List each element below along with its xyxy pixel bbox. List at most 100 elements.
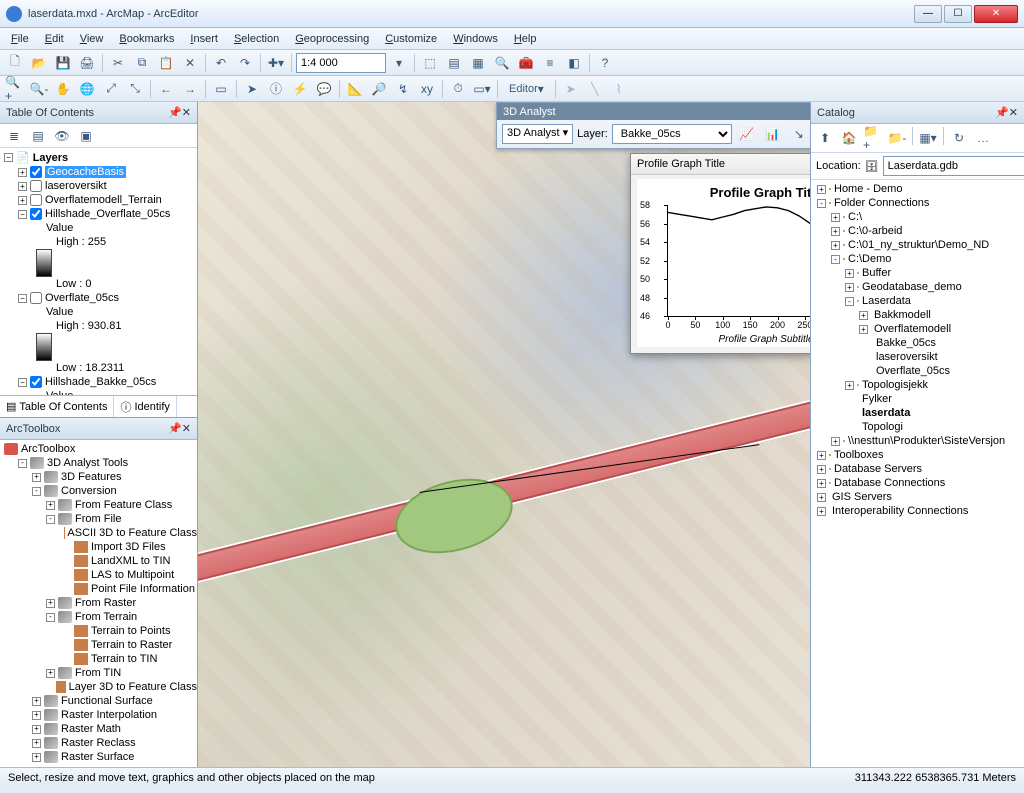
close-panel-icon[interactable]: ✕ <box>1009 106 1018 119</box>
edit-tool-icon[interactable]: ➤ <box>560 78 582 100</box>
cat-overflatemodell[interactable]: + Overflatemodell <box>811 322 1024 336</box>
zoom-in-icon[interactable]: 🔍+ <box>4 78 26 100</box>
editor-menu[interactable]: Editor▾ <box>502 78 551 100</box>
cat-overflate_05cs[interactable]: Overflate_05cs <box>811 364 1024 378</box>
map-scale-input[interactable] <box>296 53 386 73</box>
full-extent-icon[interactable]: 🌐 <box>76 78 98 100</box>
tab-identify[interactable]: ⓘ Identify <box>114 396 176 417</box>
create-viewer-icon[interactable]: ▭▾ <box>471 78 493 100</box>
atb-terrain-to-points[interactable]: Terrain to Points <box>0 624 197 638</box>
new-icon[interactable]: 🗋 <box>4 52 26 74</box>
atb-terrain-to-tin[interactable]: Terrain to TIN <box>0 652 197 666</box>
edit-trace-icon[interactable]: ⌇ <box>608 78 630 100</box>
steepest-path-icon[interactable]: ↘ <box>788 123 810 145</box>
python-icon[interactable]: ≡ <box>539 52 561 74</box>
find-icon[interactable]: 🔎 <box>368 78 390 100</box>
catalog-icon[interactable]: ▦ <box>467 52 489 74</box>
help-icon[interactable]: ? <box>594 52 616 74</box>
pin-icon[interactable]: 📌 <box>168 422 182 435</box>
layer-select[interactable]: Bakke_05cs <box>612 124 732 144</box>
atb-raster-math[interactable]: + Raster Math <box>0 722 197 736</box>
undo-icon[interactable]: ↶ <box>210 52 232 74</box>
toc-layer-3[interactable]: − Hillshade_Overflate_05cs <box>0 207 197 221</box>
layer-checkbox[interactable] <box>30 376 42 388</box>
home-icon[interactable]: 🏠 <box>838 127 860 149</box>
pin-icon[interactable]: 📌 <box>995 106 1009 119</box>
pointer-icon[interactable]: ➤ <box>241 78 263 100</box>
cat-topologi[interactable]: Topologi <box>811 420 1024 434</box>
cat-topologisjekk[interactable]: + Topologisjekk <box>811 378 1024 392</box>
list-by-drawing-icon[interactable]: ≣ <box>3 125 25 147</box>
cat-database-servers[interactable]: + Database Servers <box>811 462 1024 476</box>
toc-layer-1[interactable]: + laseroversikt <box>0 179 197 193</box>
options-icon[interactable]: … <box>972 127 994 149</box>
cat-folder-connections[interactable]: - Folder Connections <box>811 196 1024 210</box>
close-button[interactable]: ✕ <box>974 5 1018 23</box>
hyperlink-icon[interactable]: ⚡ <box>289 78 311 100</box>
menu-insert[interactable]: Insert <box>183 31 225 47</box>
menu-help[interactable]: Help <box>507 31 544 47</box>
close-panel-icon[interactable]: ✕ <box>182 106 191 119</box>
menu-edit[interactable]: Edit <box>38 31 71 47</box>
list-by-visibility-icon[interactable]: 👁 <box>51 125 73 147</box>
catalog-tree[interactable]: + Home - Demo- Folder Connections+ C:\+ … <box>811 180 1024 767</box>
forward-icon[interactable]: → <box>179 78 201 100</box>
layer-checkbox[interactable] <box>30 166 42 178</box>
copy-icon[interactable]: ⧉ <box>131 52 153 74</box>
cat-laserdata[interactable]: - Laserdata <box>811 294 1024 308</box>
layer-checkbox[interactable] <box>30 292 42 304</box>
cat-buffer[interactable]: + Buffer <box>811 266 1024 280</box>
arctoolbox-icon[interactable]: 🧰 <box>515 52 537 74</box>
redo-icon[interactable]: ↷ <box>234 52 256 74</box>
atb-from-file[interactable]: - From File <box>0 512 197 526</box>
cut-icon[interactable]: ✂ <box>107 52 129 74</box>
atb-raster-reclass[interactable]: + Raster Reclass <box>0 736 197 750</box>
toc-tree[interactable]: − 📄 Layers+ GeocacheBasis+ laseroversikt… <box>0 148 197 395</box>
atb-import-3d-files[interactable]: Import 3D Files <box>0 540 197 554</box>
cat-c-[interactable]: + C:\ <box>811 210 1024 224</box>
atb-layer-3d-to-feature-class[interactable]: Layer 3D to Feature Class <box>0 680 197 694</box>
back-icon[interactable]: ← <box>155 78 177 100</box>
point-profile-icon[interactable]: 📊 <box>762 123 784 145</box>
model-builder-icon[interactable]: ◧ <box>563 52 585 74</box>
minimize-button[interactable]: — <box>914 5 942 23</box>
refresh-icon[interactable]: ↻ <box>948 127 970 149</box>
add-data-icon[interactable]: ✚▾ <box>265 52 287 74</box>
editor-toolbar-icon[interactable]: ⬚ <box>419 52 441 74</box>
toc-layer-5[interactable]: − Hillshade_Bakke_05cs <box>0 375 197 389</box>
open-icon[interactable]: 📂 <box>28 52 50 74</box>
save-icon[interactable]: 💾 <box>52 52 74 74</box>
search-icon[interactable]: 🔍 <box>491 52 513 74</box>
atb-from-tin[interactable]: + From TIN <box>0 666 197 680</box>
atb-raster-surface[interactable]: + Raster Surface <box>0 750 197 764</box>
zoom-out-icon[interactable]: 🔍- <box>28 78 50 100</box>
profile-graph-window[interactable]: Profile Graph Title ✕ Profile Graph Titl… <box>630 153 810 354</box>
fixed-zoom-out-icon[interactable]: ⤡ <box>124 78 146 100</box>
interpolate-line-icon[interactable]: 📈 <box>736 123 758 145</box>
close-panel-icon[interactable]: ✕ <box>182 422 191 435</box>
menu-customize[interactable]: Customize <box>378 31 444 47</box>
menu-selection[interactable]: Selection <box>227 31 286 47</box>
cat-c-demo[interactable]: - C:\Demo <box>811 252 1024 266</box>
3d-analyst-title[interactable]: 3D Analyst✕ <box>497 103 810 120</box>
fixed-zoom-in-icon[interactable]: ⤢ <box>100 78 122 100</box>
toc-icon[interactable]: ▤ <box>443 52 465 74</box>
select-elements-icon[interactable]: ▭ <box>210 78 232 100</box>
atb-from-terrain[interactable]: - From Terrain <box>0 610 197 624</box>
location-input[interactable] <box>883 156 1024 176</box>
html-popup-icon[interactable]: 💬 <box>313 78 335 100</box>
cat-database-connections[interactable]: + Database Connections <box>811 476 1024 490</box>
identify-icon[interactable]: ⓘ <box>265 78 287 100</box>
cat-bakke_05cs[interactable]: Bakke_05cs <box>811 336 1024 350</box>
atb-ascii-3d-to-feature-class[interactable]: ASCII 3D to Feature Class <box>0 526 197 540</box>
menu-geoprocessing[interactable]: Geoprocessing <box>288 31 376 47</box>
atb-functional-surface[interactable]: + Functional Surface <box>0 694 197 708</box>
maximize-button[interactable]: ☐ <box>944 5 972 23</box>
edit-sketch-icon[interactable]: ╲ <box>584 78 606 100</box>
toc-layer-0[interactable]: + GeocacheBasis <box>0 165 197 179</box>
cat-interoperability-connections[interactable]: + Interoperability Connections <box>811 504 1024 518</box>
list-by-source-icon[interactable]: ▤ <box>27 125 49 147</box>
scale-dropdown-icon[interactable]: ▾ <box>388 52 410 74</box>
atb-3d-features[interactable]: + 3D Features <box>0 470 197 484</box>
layer-checkbox[interactable] <box>30 194 42 206</box>
